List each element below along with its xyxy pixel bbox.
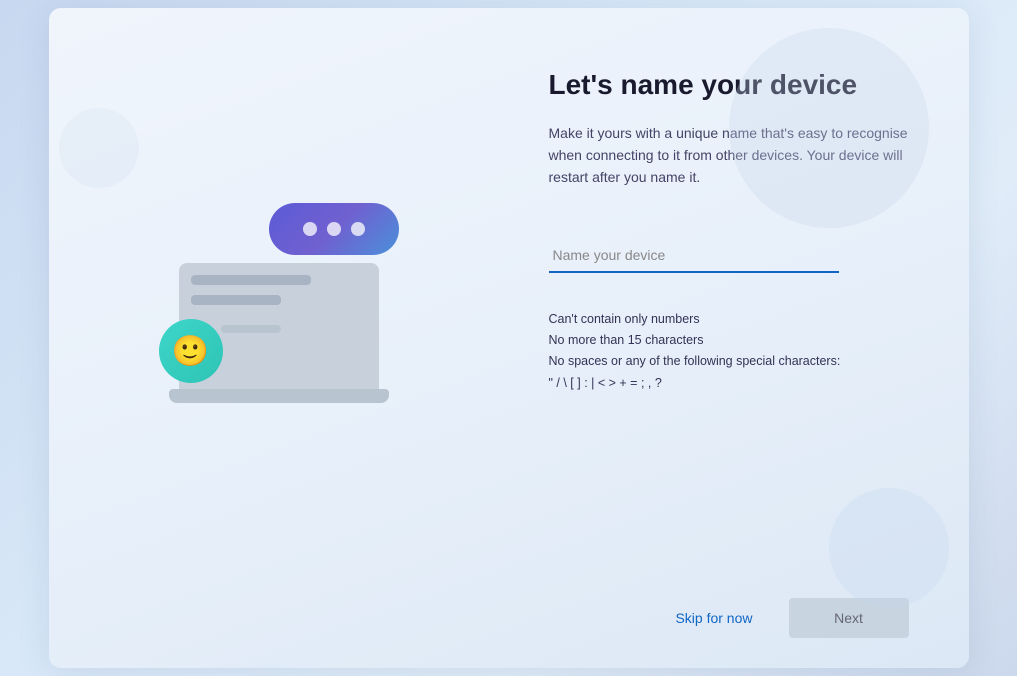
laptop-line-3 — [221, 325, 281, 333]
next-button[interactable]: Next — [789, 598, 909, 638]
hint-line-3: No spaces or any of the following specia… — [549, 351, 909, 372]
laptop-line-1 — [191, 275, 311, 285]
device-name-input[interactable] — [549, 239, 839, 273]
dialog-body: 🙂 Let's name your device Make it yours w… — [49, 8, 969, 578]
illustration-wrapper: 🙂 — [149, 173, 409, 413]
input-group — [549, 239, 909, 273]
pill-dot-3 — [351, 222, 365, 236]
hint-line-1: Can't contain only numbers — [549, 309, 909, 330]
skip-for-now-button[interactable]: Skip for now — [659, 600, 768, 636]
laptop-line-2 — [191, 295, 281, 305]
page-title: Let's name your device — [549, 68, 909, 102]
content-area: Let's name your device Make it yours wit… — [509, 8, 969, 578]
dialog-card: 🙂 Let's name your device Make it yours w… — [49, 8, 969, 668]
pill-dot-1 — [303, 222, 317, 236]
pill-bubble — [269, 203, 399, 255]
page-description: Make it yours with a unique name that's … — [549, 122, 909, 189]
laptop-keyboard — [169, 389, 389, 403]
hint-line-2: No more than 15 characters — [549, 330, 909, 351]
smiley-avatar: 🙂 — [159, 319, 223, 383]
pill-dot-2 — [327, 222, 341, 236]
validation-hints: Can't contain only numbers No more than … — [549, 309, 909, 394]
illustration-area: 🙂 — [49, 8, 509, 578]
hint-line-4: " / \ [ ] : | < > + = ; , ? — [549, 373, 909, 394]
dialog-footer: Skip for now Next — [49, 578, 969, 668]
smiley-icon: 🙂 — [172, 334, 209, 369]
